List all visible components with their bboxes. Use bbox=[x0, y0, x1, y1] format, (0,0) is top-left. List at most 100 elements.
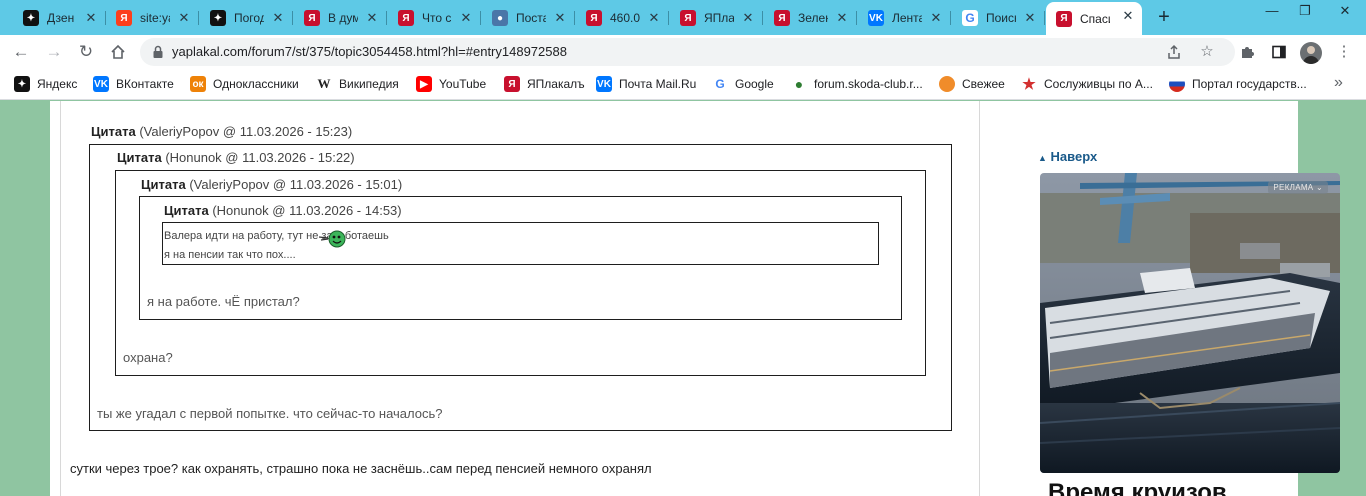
browser-menu-icon[interactable]: ⋮ bbox=[1334, 42, 1354, 62]
yaplakal-icon: Я bbox=[774, 10, 790, 26]
lock-icon[interactable] bbox=[150, 44, 166, 60]
tab-title: Спаси bbox=[1080, 11, 1110, 26]
tab-separator bbox=[386, 11, 387, 25]
close-tab-icon[interactable]: ✕ bbox=[176, 10, 192, 26]
bookmark-label: YouTube bbox=[439, 77, 487, 91]
tab-title: site:ya bbox=[140, 11, 170, 25]
star-icon: ★ bbox=[1021, 76, 1037, 93]
bookmark-item[interactable]: G Google bbox=[712, 76, 774, 92]
tab-title: Зелен bbox=[798, 11, 828, 25]
google-icon: G bbox=[712, 76, 728, 92]
quote-label: Цитата bbox=[117, 150, 162, 165]
profile-avatar[interactable] bbox=[1300, 42, 1322, 64]
close-tab-icon[interactable]: ✕ bbox=[834, 10, 850, 26]
minimize-button[interactable]: — bbox=[1257, 2, 1287, 22]
close-tab-icon[interactable]: ✕ bbox=[458, 10, 474, 26]
back-to-top-link[interactable]: ▲ Наверх bbox=[1038, 149, 1097, 164]
vk-icon: VK bbox=[596, 76, 612, 92]
wikipedia-icon: W bbox=[316, 76, 332, 92]
quote-author-date[interactable]: (ValeriyPopov @ 11.03.2026 - 15:01) bbox=[189, 177, 402, 192]
forward-icon[interactable]: → bbox=[42, 40, 66, 64]
new-tab-button[interactable]: + bbox=[1152, 6, 1176, 30]
bookmark-item[interactable]: Я ЯПлакалъ bbox=[504, 76, 585, 92]
ad-headline[interactable]: Время круизов bbox=[1048, 479, 1227, 496]
tab-separator bbox=[762, 11, 763, 25]
more-bookmarks-icon[interactable]: » bbox=[1334, 74, 1343, 92]
bookmark-item[interactable]: ● Свежее bbox=[939, 76, 1005, 92]
close-tab-icon[interactable]: ✕ bbox=[1120, 8, 1136, 24]
browser-tab[interactable]: Яsite:ya ✕ bbox=[106, 4, 199, 32]
post-column: Цитата (ValeriyPopov @ 11.03.2026 - 15:2… bbox=[60, 101, 980, 496]
browser-tab[interactable]: Я В дум ✕ bbox=[294, 4, 387, 32]
browser-tab[interactable]: Я Зелен ✕ bbox=[764, 4, 857, 32]
bookmark-item[interactable]: ▶ YouTube bbox=[416, 76, 486, 92]
restore-button[interactable]: ❐ bbox=[1290, 2, 1320, 22]
flag-icon bbox=[1169, 76, 1185, 92]
home-icon[interactable] bbox=[106, 40, 130, 64]
chevron-down-icon: ⌄ bbox=[1315, 183, 1323, 192]
browser-tab[interactable]: VK Лента ✕ bbox=[858, 4, 951, 32]
yaplakal-icon: Я bbox=[680, 10, 696, 26]
tab-separator bbox=[1044, 11, 1045, 25]
tab-separator bbox=[292, 11, 293, 25]
browser-tab[interactable]: Я ЯПлак ✕ bbox=[670, 4, 763, 32]
cruise-ship-image bbox=[1040, 173, 1340, 473]
bookmarks-bar: ✦ Яндекс VK ВКонтакте ок Одноклассники W Википе… bbox=[0, 69, 1366, 100]
bookmark-item[interactable]: W Википедия bbox=[316, 76, 399, 92]
forum-page: Цитата (ValeriyPopov @ 11.03.2026 - 15:2… bbox=[50, 101, 1340, 496]
bookmark-item[interactable]: ок Одноклассники bbox=[190, 76, 299, 92]
yaplakal-icon: Я bbox=[1056, 10, 1072, 27]
quote-header-2: Цитата (Honunok @ 11.03.2026 - 15:22) bbox=[117, 150, 355, 165]
tab-title: Что с bbox=[422, 11, 452, 25]
post-body-text: сутки через трое? как охранять, страшно … bbox=[70, 461, 652, 476]
close-tab-icon[interactable]: ✕ bbox=[83, 10, 99, 26]
close-tab-icon[interactable]: ✕ bbox=[646, 10, 662, 26]
close-window-button[interactable]: ✕ bbox=[1330, 2, 1360, 22]
dzen-icon: ✦ bbox=[14, 76, 30, 92]
browser-tab[interactable]: Я Что с ✕ bbox=[388, 4, 481, 32]
bookmark-label: Портал государств... bbox=[1192, 77, 1307, 91]
browser-toolbar: ← → ↻ yaplakal.com/forum7/st/375/topic30… bbox=[0, 35, 1366, 69]
bookmark-item[interactable]: VK ВКонтакте bbox=[93, 76, 174, 92]
yaplakal-icon: Я bbox=[304, 10, 320, 26]
address-bar[interactable]: yaplakal.com/forum7/st/375/topic3054458.… bbox=[140, 38, 1235, 66]
bookmark-item[interactable]: Портал государств... bbox=[1169, 76, 1307, 92]
side-panel-icon[interactable] bbox=[1269, 42, 1289, 62]
share-icon[interactable] bbox=[1164, 42, 1184, 62]
reload-icon[interactable]: ↻ bbox=[74, 40, 98, 64]
extensions-icon[interactable] bbox=[1237, 42, 1257, 62]
browser-tab[interactable]: ✦ Дзен ✕ bbox=[13, 4, 106, 32]
tab-title: 460.0 bbox=[610, 11, 640, 25]
quote-author-date[interactable]: (ValeriyPopov @ 11.03.2026 - 15:23) bbox=[139, 124, 352, 139]
bookmark-star-icon[interactable]: ☆ bbox=[1197, 42, 1217, 62]
bookmark-label: Одноклассники bbox=[213, 77, 299, 91]
bookmark-item[interactable]: ● forum.skoda-club.r... bbox=[791, 76, 923, 92]
back-icon[interactable]: ← bbox=[9, 40, 33, 64]
close-tab-icon[interactable]: ✕ bbox=[740, 10, 756, 26]
browser-tab[interactable]: Я Спаси ✕ bbox=[1046, 2, 1142, 35]
close-tab-icon[interactable]: ✕ bbox=[928, 10, 944, 26]
quote-text-1: ты же угадал с первой попытке. что сейча… bbox=[97, 406, 443, 421]
quote-author-date[interactable]: (Honunok @ 11.03.2026 - 14:53) bbox=[212, 203, 401, 218]
bookmark-label: Яндекс bbox=[37, 77, 78, 91]
bookmark-item[interactable]: ✦ Яндекс bbox=[14, 76, 77, 92]
ad-banner[interactable]: РЕКЛАМА ⌄ bbox=[1040, 173, 1340, 473]
quote-header-1: Цитата (ValeriyPopov @ 11.03.2026 - 15:2… bbox=[91, 124, 352, 139]
close-tab-icon[interactable]: ✕ bbox=[364, 10, 380, 26]
address-bar-url[interactable]: yaplakal.com/forum7/st/375/topic3054458.… bbox=[172, 44, 567, 59]
quote-author-date[interactable]: (Honunok @ 11.03.2026 - 15:22) bbox=[165, 150, 354, 165]
close-tab-icon[interactable]: ✕ bbox=[270, 10, 286, 26]
close-tab-icon[interactable]: ✕ bbox=[552, 10, 568, 26]
browser-tab[interactable]: Я 460.0 ✕ bbox=[576, 4, 669, 32]
browser-tab[interactable]: ● Поста ✕ bbox=[482, 4, 575, 32]
browser-tab[interactable]: ✦ Погода ✕ bbox=[200, 4, 293, 32]
browser-tab[interactable]: G Поиск ✕ bbox=[952, 4, 1045, 32]
bookmark-item[interactable]: VK Почта Mail.Ru bbox=[596, 76, 696, 92]
close-tab-icon[interactable]: ✕ bbox=[1022, 10, 1038, 26]
pikabu-icon: ● bbox=[939, 76, 955, 92]
yaplakal-icon: Я bbox=[586, 10, 602, 26]
yaplakal-icon: Я bbox=[504, 76, 520, 92]
bookmark-item[interactable]: ★ Сослуживцы по А... bbox=[1021, 76, 1153, 93]
ad-label[interactable]: РЕКЛАМА ⌄ bbox=[1268, 181, 1328, 194]
bookmark-label: ЯПлакалъ bbox=[527, 77, 585, 91]
